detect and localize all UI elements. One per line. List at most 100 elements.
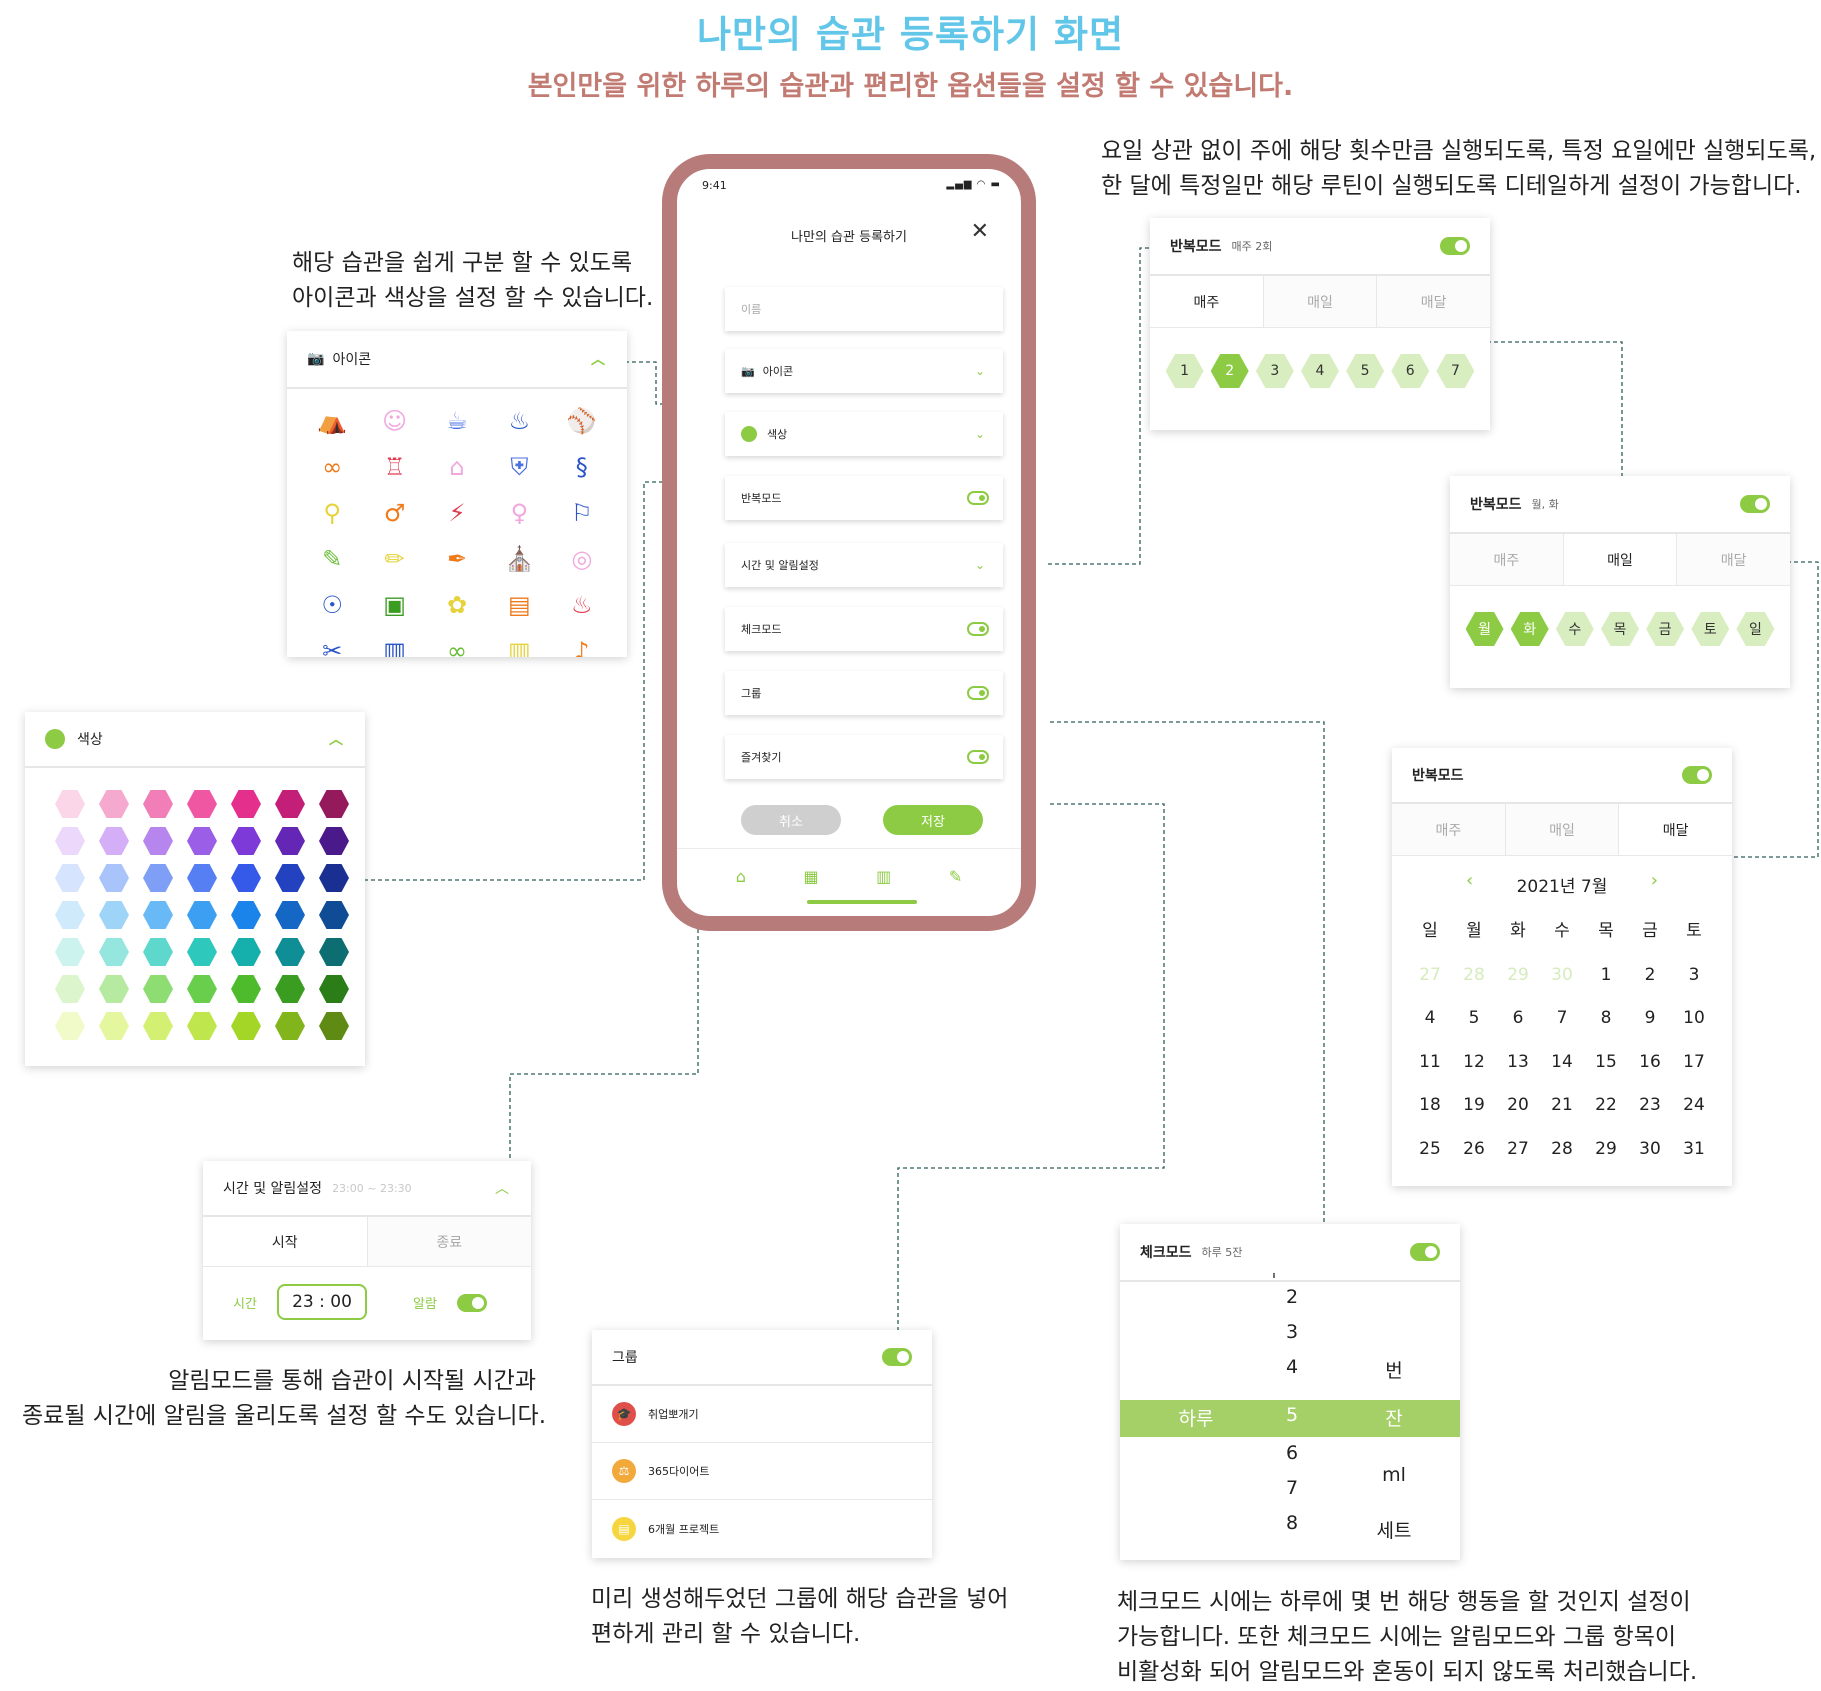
color-option[interactable] (55, 827, 85, 855)
calendar-day[interactable]: 26 (1452, 1128, 1496, 1172)
cooking-icon[interactable]: ♨ (488, 405, 550, 437)
calendar-day[interactable]: 14 (1540, 1041, 1584, 1085)
time-alarm-header[interactable]: 시간 및 알림설정 23:00 ~ 23:30 ︿ (203, 1161, 531, 1217)
color-option[interactable] (319, 938, 349, 966)
color-option[interactable] (143, 975, 173, 1003)
calendar-day[interactable]: 25 (1408, 1128, 1452, 1172)
repeat-toggle[interactable] (1682, 766, 1712, 784)
group-row[interactable]: 그룹 (725, 671, 1003, 715)
tab-weekly[interactable]: 매주 (1450, 534, 1564, 585)
color-option[interactable] (55, 790, 85, 818)
hiking-icon[interactable]: ⚐ (551, 497, 613, 529)
gamepad-icon[interactable]: ◎ (551, 543, 613, 575)
color-dropdown[interactable]: 색상 ⌄ (725, 412, 1003, 456)
color-option[interactable] (231, 975, 261, 1003)
baseball-bat-icon[interactable]: ⚾ (551, 405, 613, 437)
color-option[interactable] (319, 1012, 349, 1040)
color-option[interactable] (55, 864, 85, 892)
pen-icon[interactable]: ✒ (426, 543, 488, 575)
edit-icon[interactable]: ✎ (949, 867, 962, 886)
calendar-day[interactable]: 22 (1584, 1084, 1628, 1128)
chevron-right-icon[interactable]: › (1651, 870, 1658, 891)
calendar-day[interactable]: 10 (1672, 997, 1716, 1041)
group-toggle[interactable] (882, 1348, 912, 1366)
weekday-option[interactable]: 화 (1510, 612, 1549, 646)
save-button[interactable]: 저장 (883, 805, 983, 835)
calendar-day[interactable]: 6 (1496, 997, 1540, 1041)
color-option[interactable] (99, 827, 129, 855)
count-option[interactable]: 1 (1165, 354, 1204, 388)
home-icon[interactable]: ⌂ (736, 867, 746, 886)
color-option[interactable] (187, 1012, 217, 1040)
calendar-day[interactable]: 20 (1496, 1084, 1540, 1128)
color-option[interactable] (275, 790, 305, 818)
color-option[interactable] (55, 1012, 85, 1040)
color-option[interactable] (319, 901, 349, 929)
tab-monthly[interactable]: 매달 (1619, 804, 1732, 855)
color-option[interactable] (143, 827, 173, 855)
calendar-day[interactable]: 5 (1452, 997, 1496, 1041)
close-icon[interactable]: ✕ (971, 219, 989, 244)
calendar-day[interactable]: 28 (1452, 954, 1496, 998)
color-option[interactable] (143, 864, 173, 892)
calendar-day[interactable]: 23 (1628, 1084, 1672, 1128)
calendar-day[interactable]: 30 (1628, 1128, 1672, 1172)
temple-icon[interactable]: ⌂ (426, 451, 488, 483)
bicycle-icon[interactable]: ⚲ (301, 497, 363, 529)
color-option[interactable] (231, 938, 261, 966)
repeat-toggle[interactable] (1440, 237, 1470, 255)
tent-icon[interactable]: ⛺ (301, 405, 363, 437)
color-card-header[interactable]: 색상 ︿ (25, 712, 365, 768)
name-input[interactable]: 이름 (725, 287, 1003, 331)
calendar-day[interactable]: 7 (1540, 997, 1584, 1041)
color-option[interactable] (55, 975, 85, 1003)
count-option[interactable]: 5 (1346, 354, 1385, 388)
color-option[interactable] (319, 975, 349, 1003)
check-toggle[interactable] (1410, 1243, 1440, 1261)
group-item[interactable]: ▤ 6개월 프로젝트 (592, 1500, 932, 1557)
scissors-icon[interactable]: ✂ (301, 635, 363, 657)
color-option[interactable] (275, 827, 305, 855)
count-option[interactable]: 6 (1391, 354, 1430, 388)
count-option[interactable]: 2 (1210, 354, 1249, 388)
calendar-day[interactable]: 4 (1408, 997, 1452, 1041)
church-icon[interactable]: ⛪ (488, 543, 550, 575)
calendar-day[interactable]: 16 (1628, 1041, 1672, 1085)
weekday-option[interactable]: 수 (1555, 612, 1594, 646)
weekday-option[interactable]: 목 (1600, 612, 1639, 646)
tab-weekly[interactable]: 매주 (1392, 804, 1506, 855)
chevron-up-icon[interactable]: ︿ (591, 349, 605, 369)
color-option[interactable] (275, 864, 305, 892)
cake-icon[interactable]: ♖ (363, 451, 425, 483)
calendar-day[interactable]: 21 (1540, 1084, 1584, 1128)
calendar-day[interactable]: 31 (1672, 1128, 1716, 1172)
color-option[interactable] (231, 1012, 261, 1040)
color-option[interactable] (187, 827, 217, 855)
calendar-day[interactable]: 12 (1452, 1041, 1496, 1085)
color-option[interactable] (187, 864, 217, 892)
running-icon[interactable]: ⚡ (426, 497, 488, 529)
bar-chart-icon[interactable]: ▥ (876, 867, 891, 886)
color-option[interactable] (231, 901, 261, 929)
tab-start[interactable]: 시작 (203, 1217, 368, 1266)
infinity-icon[interactable]: § (551, 451, 613, 483)
mug-icon[interactable]: ☕ (426, 405, 488, 437)
note-edit-icon[interactable]: ✎ (301, 543, 363, 575)
tab-end[interactable]: 종료 (367, 1217, 531, 1266)
group-toggle[interactable] (967, 686, 989, 700)
calendar-day[interactable]: 30 (1540, 954, 1584, 998)
piano-icon[interactable]: ▥ (363, 635, 425, 657)
guitar-icon[interactable]: ♪ (551, 635, 613, 657)
count-option[interactable]: 4 (1300, 354, 1339, 388)
color-option[interactable] (231, 827, 261, 855)
glasses-icon[interactable]: ∞ (301, 451, 363, 483)
color-option[interactable] (275, 901, 305, 929)
color-option[interactable] (275, 975, 305, 1003)
color-option[interactable] (275, 1012, 305, 1040)
time-alarm-dropdown[interactable]: 시간 및 알림설정 ⌄ (725, 543, 1003, 587)
color-option[interactable] (319, 864, 349, 892)
calendar-day[interactable]: 1 (1584, 954, 1628, 998)
color-option[interactable] (99, 938, 129, 966)
check-toggle[interactable] (967, 622, 989, 636)
count-option[interactable]: 7 (1436, 354, 1475, 388)
